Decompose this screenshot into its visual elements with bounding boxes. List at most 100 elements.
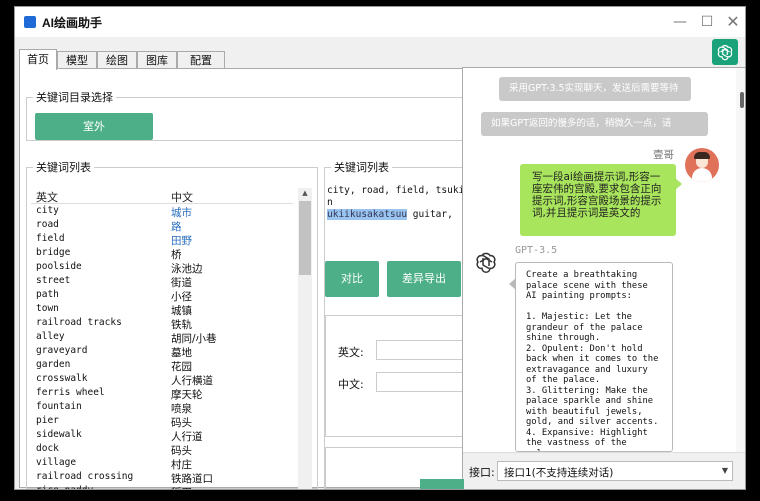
table-row[interactable]: bridge 桥 (31, 247, 293, 261)
chinese-label: 中文: (338, 378, 364, 391)
app-window: AI绘画助手 — ☐ ✕ 首页 模型 绘图 图库 配置 关键词目录选择 室外 关… (14, 6, 746, 490)
keyword-zh: 花园 (171, 361, 192, 373)
compare-button[interactable]: 对比 (325, 261, 379, 297)
keyword-zh: 桥 (171, 249, 182, 261)
window-title: AI绘画助手 (42, 16, 103, 30)
keyword-en: city (36, 205, 59, 216)
keyword-en: village (36, 457, 77, 468)
selected-keywords-line-2: ukiikusakatsuu guitar, (327, 209, 473, 221)
keyword-zh: 人行道 (171, 431, 203, 443)
user-message-bubble: 写一段ai绘画提示词,形容一座宏伟的宫殿,要求包含正向提示词,形容宫殿场景的提示… (520, 164, 676, 236)
table-row[interactable]: fountain 喷泉 (31, 401, 293, 415)
title-bar: AI绘画助手 — ☐ ✕ (15, 7, 745, 37)
tab-draw[interactable]: 绘图 (97, 51, 137, 69)
keyword-zh: 城市 (171, 207, 192, 219)
keyword-en: crosswalk (36, 373, 88, 384)
keyword-zh: 路 (171, 221, 182, 233)
selected-keywords-line-2-rest: guitar, (407, 209, 453, 220)
diff-export-button[interactable]: 差异导出 (387, 261, 461, 297)
table-row[interactable]: sidewalk 人行道 (31, 429, 293, 443)
maximize-icon[interactable]: ☐ (698, 13, 716, 31)
keyword-en: alley (36, 331, 65, 342)
keyword-zh: 城镇 (171, 305, 192, 317)
bot-message-bubble: Create a breathtaking palace scene with … (515, 262, 673, 452)
english-field[interactable] (376, 340, 472, 360)
keyword-en: sidewalk (36, 429, 82, 440)
table-row[interactable]: dock 码头 (31, 443, 293, 457)
chinese-field[interactable] (376, 372, 472, 392)
minimize-icon[interactable]: — (671, 13, 689, 31)
openai-logo-icon[interactable] (712, 39, 738, 65)
tab-home[interactable]: 首页 (19, 49, 57, 70)
table-row[interactable]: poolside 泳池边 (31, 261, 293, 275)
user-name: 壹哥 (653, 149, 674, 161)
keyword-table: city 城市 road 路 field 田野 bridge 桥 poolside 泳池边 stre… (31, 205, 293, 489)
keyword-en: railroad tracks (36, 317, 122, 328)
tab-gallery[interactable]: 图库 (137, 51, 177, 69)
app-icon (24, 16, 36, 28)
keyword-en: street (36, 275, 71, 286)
table-row[interactable]: garden 花园 (31, 359, 293, 373)
keyword-en: dock (36, 443, 59, 454)
keyword-zh: 铁轨 (171, 319, 192, 331)
avatar (685, 148, 719, 182)
keyword-zh: 村庄 (171, 459, 192, 471)
keyword-zh: 码头 (171, 445, 192, 457)
keyword-en: bridge (36, 247, 71, 258)
home-content: 关键词目录选择 室外 关键词列表 英文 中文 city 城市 road 路 field 田… (19, 68, 474, 490)
keyword-en: town (36, 303, 59, 314)
keyword-scrollbar[interactable]: ▲ ▼ (298, 188, 312, 490)
chat-panel: 采用GPT-3.5实现聊天，发送后需要等待 如果GPT返回的慢多的话，稍微久一点… (462, 67, 745, 490)
table-row[interactable]: crosswalk 人行横道 (31, 373, 293, 387)
keyword-en: ferris wheel (36, 387, 105, 398)
chat-scrollbar[interactable] (736, 68, 745, 453)
keyword-zh: 墓地 (171, 347, 192, 359)
scroll-up-icon[interactable]: ▲ (300, 189, 310, 197)
keyword-en: fountain (36, 401, 82, 412)
chevron-down-icon: ▼ (721, 466, 728, 475)
scroll-thumb[interactable] (299, 201, 311, 275)
keyword-zh: 码头 (171, 417, 192, 429)
table-row[interactable]: road 路 (31, 219, 293, 233)
selected-keywords-group: 关键词列表 city, road, field, tsuki n ukiikus… (324, 159, 474, 489)
table-row[interactable]: alley 胡同/小巷 (31, 331, 293, 345)
keyword-zh: 街道 (171, 277, 192, 289)
user-bubble-tail (675, 178, 682, 190)
interface-select-value: 接口1(不支持连续对话) (504, 467, 614, 479)
avatar-hair (694, 152, 710, 159)
interface-select[interactable]: 接口1(不支持连续对话) ▼ (497, 461, 733, 481)
table-row[interactable]: railroad crossing 铁路道口 (31, 471, 293, 485)
translation-box: 英文: 中文: (325, 315, 472, 437)
keyword-en: garden (36, 359, 71, 370)
table-row[interactable]: ferris wheel 摩天轮 (31, 387, 293, 401)
scroll-down-icon[interactable]: ▼ (300, 489, 310, 490)
send-button[interactable] (679, 489, 735, 490)
keyword-en: pier (36, 415, 59, 426)
keyword-zh: 稻田 (171, 485, 192, 489)
table-row[interactable]: pier 码头 (31, 415, 293, 429)
outdoor-button[interactable]: 室外 (35, 113, 153, 140)
bottom-action-button[interactable] (420, 479, 464, 489)
tab-config[interactable]: 配置 (177, 51, 225, 69)
tab-model[interactable]: 模型 (57, 51, 97, 69)
table-row[interactable]: path 小径 (31, 289, 293, 303)
table-row[interactable]: city 城市 (31, 205, 293, 219)
keyword-zh: 田野 (171, 235, 192, 247)
keyword-en: road (36, 219, 59, 230)
keyword-zh: 胡同/小巷 (171, 333, 217, 345)
chat-scroll-thumb[interactable] (740, 92, 744, 108)
table-row[interactable]: village 村庄 (31, 457, 293, 471)
table-row[interactable]: rice paddy 稻田 (31, 485, 293, 489)
keyword-en: poolside (36, 261, 82, 272)
keyword-zh: 喷泉 (171, 403, 192, 415)
table-row[interactable]: graveyard 墓地 (31, 345, 293, 359)
selected-keywords-text[interactable]: city, road, field, tsuki n ukiikusakatsu… (327, 185, 473, 221)
table-row[interactable]: railroad tracks 铁轨 (31, 317, 293, 331)
close-icon[interactable]: ✕ (724, 13, 742, 31)
table-row[interactable]: field 田野 (31, 233, 293, 247)
keyword-zh: 铁路道口 (171, 473, 213, 485)
catalog-group: 关键词目录选择 室外 (26, 89, 466, 141)
table-row[interactable]: town 城镇 (31, 303, 293, 317)
table-row[interactable]: street 街道 (31, 275, 293, 289)
keyword-table-header: 英文 中文 (31, 188, 293, 204)
